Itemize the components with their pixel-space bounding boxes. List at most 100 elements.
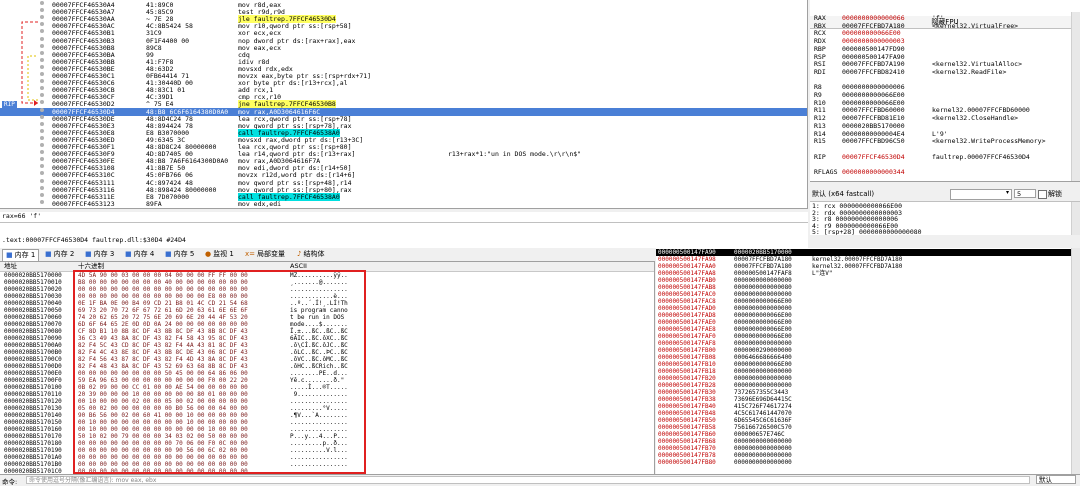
stack-address: 000000500147FB48 [658, 410, 716, 417]
breakpoint-dot[interactable] [40, 178, 44, 183]
breakpoint-dot[interactable] [40, 192, 44, 197]
breakpoint-dot[interactable] [40, 143, 44, 147]
stack-row[interactable]: 000000500147FB10 0000000000066E00 [656, 361, 1080, 368]
dump-address: 0000020BB5170110 [4, 391, 62, 398]
stack-row[interactable]: 000000500147FAC8 0000000000066E00 [656, 298, 1080, 305]
calling-convention-select[interactable]: ▾ [950, 189, 1012, 200]
stack-address: 000000500147FAB8 [658, 284, 716, 291]
register-value[interactable]: 0000000000000344 [842, 168, 905, 176]
stack-row[interactable]: 000000500147FB30 7372657355C3443 [656, 389, 1080, 396]
tab-label: 内存 5 [173, 250, 195, 258]
arg-count-field[interactable]: 5 [1014, 189, 1036, 198]
stack-row[interactable]: 000000500147FB78 0000000000000000 [656, 452, 1080, 459]
register-comment: <kernel32.VirtualFree> [932, 21, 1019, 30]
stack-row[interactable]: 000000500147FB60 000000657E746C [656, 431, 1080, 438]
disassembly-pane[interactable]: 00007FFCF46530A4 41:89C0 mov r8d,eax 00007F… [0, 0, 808, 209]
breakpoint-dot[interactable] [40, 150, 44, 155]
stack-row[interactable]: 000000500147FB38 73696E696D64415C [656, 396, 1080, 403]
dump-tabs: ■ 内存 1 ■ 内存 2 ■ 内存 3 ■ 内存 4 ■ 内存 5 ● 监视 1 x= 局部变量 ♪ 结构体 [0, 248, 655, 262]
stack-row[interactable]: 000000500147FB00 0000000290000000 [656, 347, 1080, 354]
breakpoint-dot[interactable] [40, 164, 44, 169]
tab-3[interactable]: ■ 内存 3 [82, 249, 117, 260]
stack-row[interactable]: 000000500147FAC0 0000000000000000 [656, 291, 1080, 298]
stack-row[interactable]: 000000500147FAA8 000000500147FAF8 L"连V" [656, 270, 1080, 277]
stack-row[interactable]: 000000500147FB20 0000000000000000 [656, 375, 1080, 382]
stack-row[interactable]: 000000500147FAD8 0000000000066E00 [656, 312, 1080, 319]
stack-row[interactable]: 000000500147FAA0 00007FFCFBD7A180 kernel32… [656, 263, 1080, 270]
memory-dump-pane[interactable]: 地址 十六进制 ASCII 0000020BB5170000 4D 5A 90 0… [0, 262, 655, 474]
stack-row[interactable]: 000000500147FB58 756166726500C570 [656, 424, 1080, 431]
stack-address: 000000500147FB60 [658, 431, 716, 438]
breakpoint-dot[interactable] [40, 135, 44, 140]
tab-4[interactable]: ■ 内存 4 [122, 249, 157, 260]
command-input[interactable]: 命令使用逗号分隔(像汇编语言): mov eax, ebx [26, 476, 1030, 484]
register-value[interactable]: 00007FFCFBD82410 [842, 68, 905, 76]
stack-address: 000000500147FB20 [658, 375, 716, 382]
tab-5[interactable]: ■ 内存 5 [162, 249, 197, 260]
register-name: R15 [814, 137, 826, 146]
stack-address: 000000500147FB68 [658, 438, 716, 445]
stack-row[interactable]: 000000500147FAB0 0000000000000000 [656, 277, 1080, 284]
stack-row[interactable]: 000000500147FAE8 0000000000066E00 [656, 326, 1080, 333]
info-pane: rax=66 'f' .text:00007FFCF46530D4 faultr… [0, 212, 808, 248]
register-comment: <kernel32.CloseHandle> [932, 114, 1019, 123]
dump-address: 0000020BB5170020 [4, 286, 62, 293]
breakpoint-dot[interactable] [40, 128, 44, 133]
breakpoint-dot[interactable] [40, 1, 44, 5]
arguments-scrollbar[interactable] [1071, 202, 1080, 235]
breakpoint-dot[interactable] [40, 185, 44, 190]
stack-row[interactable]: 000000500147FAB8 0000000000000080 [656, 284, 1080, 291]
breakpoint-dot[interactable] [40, 171, 44, 176]
registers-scrollbar[interactable] [1071, 12, 1080, 181]
unlock-label: 解锁 [1048, 190, 1062, 198]
tab-8[interactable]: ♪ 结构体 [294, 249, 327, 260]
stack-value: 0000000000000000 [734, 340, 792, 347]
address-column-header[interactable]: 地址 [4, 262, 17, 271]
stack-scrollbar[interactable] [1071, 248, 1080, 474]
stack-value: 0000000000000000 [734, 452, 792, 459]
stack-pane[interactable]: 000000500147FA90 0000020BB5170000 00000050… [656, 248, 1080, 474]
stack-row[interactable]: 000000500147FB48 4C5C617461447070 [656, 410, 1080, 417]
stack-address: 000000500147FAF8 [658, 340, 716, 347]
stack-row[interactable]: 000000500147FAF8 0000000000000000 [656, 340, 1080, 347]
stack-row[interactable]: 000000500147FAE0 0000000000066E00 [656, 319, 1080, 326]
stack-address: 000000500147FAD8 [658, 312, 716, 319]
stack-row[interactable]: 000000500147FB68 0000000000000000 [656, 438, 1080, 445]
stack-address: 000000500147FB40 [658, 403, 716, 410]
tab-6[interactable]: ● 监视 1 [202, 249, 237, 260]
dump-address: 0000020BB51700B0 [4, 349, 62, 356]
tab-1[interactable]: ■ 内存 1 [2, 249, 40, 261]
disasm-row[interactable]: 00007FFCF4653123 89FA mov edx,edi [0, 199, 807, 208]
stack-row[interactable]: 000000500147FA98 00007FFCFBD7A180 kernel32… [656, 256, 1080, 263]
registers-pane[interactable]: 隐藏FPU RAX 0000000000000066'f' RBX 00007FFCF… [810, 0, 1080, 182]
tab-icon: ■ [85, 250, 92, 258]
stack-row[interactable]: 000000500147FA90 0000020BB5170000 [656, 249, 1080, 256]
stack-row[interactable]: 000000500147FAF0 0000000000066E00 [656, 333, 1080, 340]
register-value[interactable]: 00007FFCF46530D4 [842, 153, 905, 161]
stack-row[interactable]: 000000500147FB50 6D65545C6C61636F [656, 417, 1080, 424]
stack-row[interactable]: 000000500147FB80 0000000000000000 [656, 459, 1080, 466]
stack-row[interactable]: 000000500147FAD0 0000000000000000 [656, 305, 1080, 312]
command-mode-select[interactable]: 默认 [1036, 475, 1076, 484]
stack-address: 000000500147FB50 [658, 417, 716, 424]
tab-icon: ● [205, 250, 212, 258]
breakpoint-dot[interactable] [40, 114, 44, 119]
arguments-pane[interactable]: 1: rcx 0000000000066E00 2: rdx 0000000000… [810, 201, 1080, 235]
stack-address: 000000500147FA90 [658, 249, 716, 256]
unlock-checkbox[interactable] [1038, 190, 1047, 199]
register-name: RDI [814, 67, 826, 76]
breakpoint-dot[interactable] [40, 157, 44, 162]
register-value[interactable]: 00007FFCFBD96C50 [842, 137, 905, 145]
stack-row[interactable]: 000000500147FB18 0000000000000000 [656, 368, 1080, 375]
stack-row[interactable]: 000000500147FB40 415C726F74617274 [656, 403, 1080, 410]
tab-7[interactable]: x= 局部变量 [242, 249, 288, 260]
breakpoint-dot[interactable] [40, 121, 44, 126]
tab-icon: ♪ [297, 250, 302, 258]
stack-row[interactable]: 000000500147FB08 0006466686666400 [656, 354, 1080, 361]
stack-row[interactable]: 000000500147FB70 0000000000000000 [656, 445, 1080, 452]
stack-row[interactable]: 000000500147FB28 0000000000000000 [656, 382, 1080, 389]
dump-address: 0000020BB51700A0 [4, 342, 62, 349]
breakpoint-dot[interactable] [40, 199, 44, 204]
tab-2[interactable]: ■ 内存 2 [42, 249, 77, 260]
stack-address: 000000500147FB10 [658, 361, 716, 368]
